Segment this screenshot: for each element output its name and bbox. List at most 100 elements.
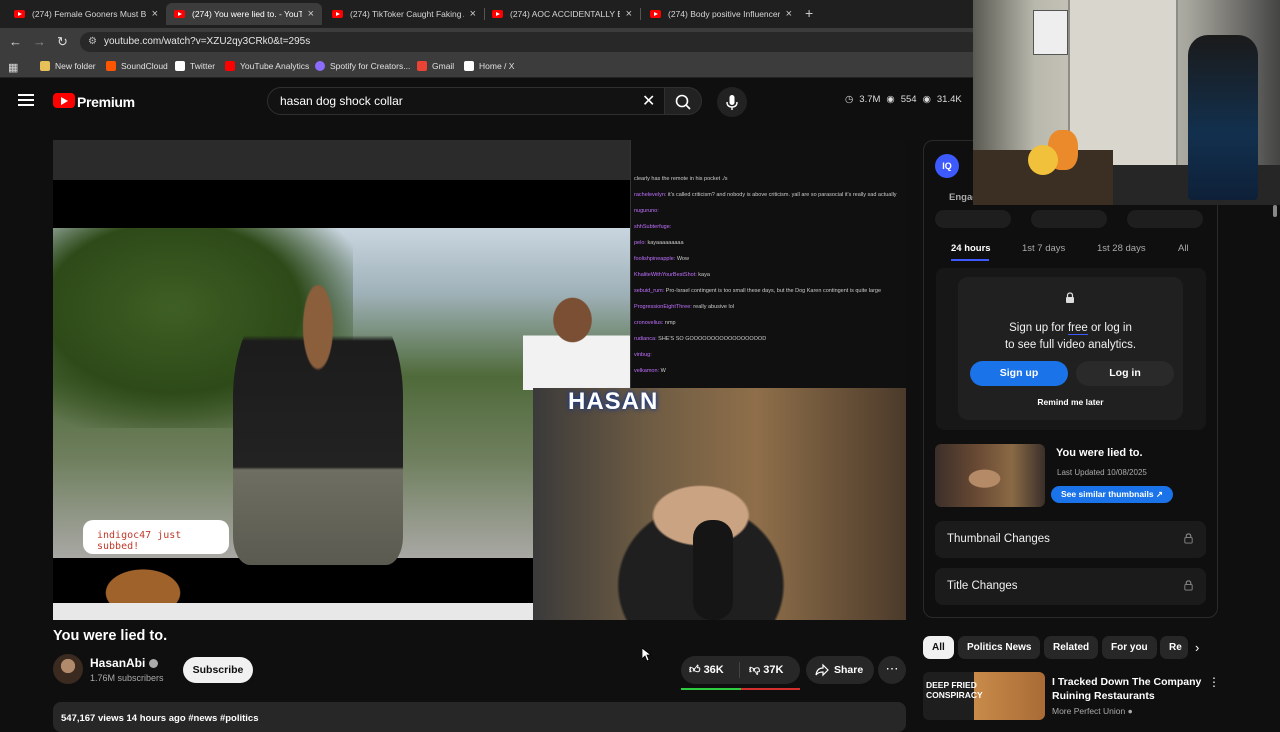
chat-username: rachelevelyn: bbox=[634, 192, 667, 198]
see-similar-thumbnails-button[interactable]: See similar thumbnails ↗ bbox=[1051, 486, 1173, 503]
back-icon[interactable]: ← bbox=[9, 34, 22, 49]
tab-label: (274) You were lied to. - YouTub bbox=[192, 9, 302, 19]
tab-first-7-days[interactable]: 1st 7 days bbox=[1022, 243, 1065, 254]
lock-icon bbox=[1066, 292, 1074, 303]
chat-message: foolishpineapple: Wow bbox=[634, 256, 902, 262]
like-count: 36K bbox=[703, 664, 724, 676]
youtube-favicon-icon bbox=[14, 10, 25, 18]
chat-message: KhaliteWithYourBestShot: kaya bbox=[634, 272, 902, 278]
stat-value: 3.7M bbox=[859, 94, 881, 105]
tab-label: (274) Female Gooners Must Be bbox=[32, 9, 146, 19]
chip-all[interactable]: All bbox=[923, 636, 954, 659]
section-label: Thumbnail Changes bbox=[947, 533, 1050, 545]
browser-tab[interactable]: (274) Female Gooners Must Be × bbox=[6, 3, 166, 25]
bookmark-item[interactable]: Twitter bbox=[175, 61, 215, 71]
share-icon bbox=[815, 663, 829, 677]
browser-tab[interactable]: (274) TikToker Caught Faking A × bbox=[324, 3, 484, 25]
chat-text: it's called criticism? and nobody is abo… bbox=[666, 192, 897, 198]
close-icon[interactable]: × bbox=[308, 8, 314, 20]
browser-tab-active[interactable]: (274) You were lied to. - YouTub × bbox=[166, 3, 322, 25]
close-icon[interactable]: × bbox=[470, 8, 476, 20]
remind-later-link[interactable]: Remind me later bbox=[958, 397, 1183, 407]
description-box[interactable]: 547,167 views 14 hours ago #news #politi… bbox=[53, 702, 906, 732]
like-button[interactable]: 👍︎ 36K bbox=[689, 663, 724, 676]
thumbnail-overlay-text: DEEP FRIED CONSPIRACY bbox=[926, 680, 983, 700]
chip-for-you[interactable]: For you bbox=[1102, 636, 1157, 659]
thumbnail-changes-section[interactable]: Thumbnail Changes bbox=[935, 521, 1206, 558]
thumbnail-title: You were lied to. bbox=[1056, 447, 1143, 459]
chip-politics-news[interactable]: Politics News bbox=[958, 636, 1041, 659]
video-frame-person bbox=[523, 290, 633, 390]
webcam-poster bbox=[1033, 10, 1068, 55]
premium-logo[interactable]: Premium bbox=[77, 94, 135, 110]
log-in-button[interactable]: Log in bbox=[1076, 361, 1174, 386]
tab-24-hours[interactable]: 24 hours bbox=[951, 243, 991, 254]
bookmark-item[interactable]: YouTube Analytics bbox=[225, 61, 309, 71]
chat-lines: clearly has the remote in his pocket ./s… bbox=[630, 140, 906, 388]
chip-partial[interactable]: Re bbox=[1160, 636, 1188, 659]
close-icon[interactable]: × bbox=[152, 8, 158, 20]
microphone-icon bbox=[726, 95, 738, 110]
clear-search-icon[interactable]: ✕ bbox=[642, 91, 655, 111]
site-info-icon[interactable]: ⚙ bbox=[88, 36, 97, 47]
webcam-gaming-chair bbox=[1188, 35, 1258, 200]
chat-text: clearly has the remote in his pocket ./s bbox=[634, 176, 728, 182]
share-button[interactable]: Share bbox=[806, 656, 874, 684]
signup-text: Sign up for bbox=[1009, 322, 1068, 334]
search-input[interactable]: hasan dog shock collar ✕ bbox=[267, 87, 665, 115]
chat-username: sebuid_rum: bbox=[634, 288, 665, 294]
search-button[interactable] bbox=[664, 87, 702, 115]
video-frame-browser bbox=[53, 140, 630, 180]
subscribe-button[interactable]: Subscribe bbox=[183, 657, 253, 683]
channel-name[interactable]: HasanAbi bbox=[90, 656, 159, 670]
youtube-favicon-icon bbox=[492, 10, 503, 18]
folder-icon bbox=[40, 61, 50, 71]
chat-text: kayaaaaaaaaa bbox=[645, 240, 684, 246]
apps-icon[interactable]: ▦ bbox=[8, 61, 18, 74]
browser-tab[interactable]: (274) AOC ACCIDENTALLY Expo × bbox=[484, 3, 640, 25]
new-tab-icon[interactable]: + bbox=[805, 5, 813, 21]
dislike-button[interactable]: 👎︎ 37K bbox=[749, 663, 783, 676]
more-vert-icon[interactable]: ⋮ bbox=[1208, 675, 1220, 689]
close-icon[interactable]: × bbox=[626, 8, 632, 20]
chip-related[interactable]: Related bbox=[1044, 636, 1099, 659]
chat-username: pelo: bbox=[634, 240, 646, 246]
related-video-title[interactable]: I Tracked Down The Company Ruining Resta… bbox=[1052, 675, 1202, 703]
related-video-channel[interactable]: More Perfect Union ● bbox=[1052, 706, 1133, 716]
bookmark-item[interactable]: Gmail bbox=[417, 61, 454, 71]
title-changes-section[interactable]: Title Changes bbox=[935, 568, 1206, 605]
youtube-logo-icon[interactable] bbox=[53, 93, 75, 108]
bookmark-label: YouTube Analytics bbox=[240, 61, 310, 71]
chat-username: shhSubterfuge: bbox=[634, 224, 672, 230]
voice-search-button[interactable] bbox=[717, 87, 747, 117]
close-icon[interactable]: × bbox=[786, 8, 792, 20]
bookmark-item[interactable]: Spotify for Creators... bbox=[315, 61, 410, 71]
address-bar[interactable]: ⚙ youtube.com/watch?v=XZU2qy3CRk0&t=295s bbox=[80, 32, 980, 52]
bookmark-item[interactable]: Home / X bbox=[464, 61, 514, 71]
chat-username: cronovelius: bbox=[634, 320, 664, 326]
clock-icon: ◷ bbox=[845, 94, 854, 105]
forward-icon[interactable]: → bbox=[33, 34, 46, 49]
bookmark-item[interactable]: SoundCloud bbox=[106, 61, 168, 71]
search-icon bbox=[675, 94, 691, 110]
chat-username: foolishpineapple: bbox=[634, 256, 676, 262]
chat-username: rudianca: bbox=[634, 336, 657, 342]
scrollbar-thumb[interactable] bbox=[1273, 205, 1277, 217]
bookmark-item[interactable]: New folder bbox=[40, 61, 96, 71]
chevron-right-icon[interactable]: › bbox=[1195, 640, 1199, 655]
extension-logo[interactable]: IQ bbox=[935, 154, 959, 178]
chat-username: KhaliteWithYourBestShot: bbox=[634, 272, 697, 278]
tab-first-28-days[interactable]: 1st 28 days bbox=[1097, 243, 1146, 254]
sign-up-button[interactable]: Sign up bbox=[970, 361, 1068, 386]
signup-prompt: Sign up for free or log in to see full v… bbox=[958, 320, 1183, 354]
browser-tab[interactable]: (274) Body positive Influencers × bbox=[642, 3, 800, 25]
chat-message: sebuid_rum: Pro-Israel contingent is too… bbox=[634, 288, 902, 294]
reload-icon[interactable]: ↻ bbox=[57, 34, 68, 50]
menu-icon[interactable] bbox=[18, 94, 34, 106]
signup-text: or log in bbox=[1087, 322, 1132, 334]
more-actions-icon[interactable]: ⋯ bbox=[878, 656, 906, 684]
like-ratio-fill bbox=[681, 688, 741, 690]
tab-all[interactable]: All bbox=[1178, 243, 1189, 254]
x-icon bbox=[464, 61, 474, 71]
channel-avatar[interactable] bbox=[53, 654, 83, 684]
